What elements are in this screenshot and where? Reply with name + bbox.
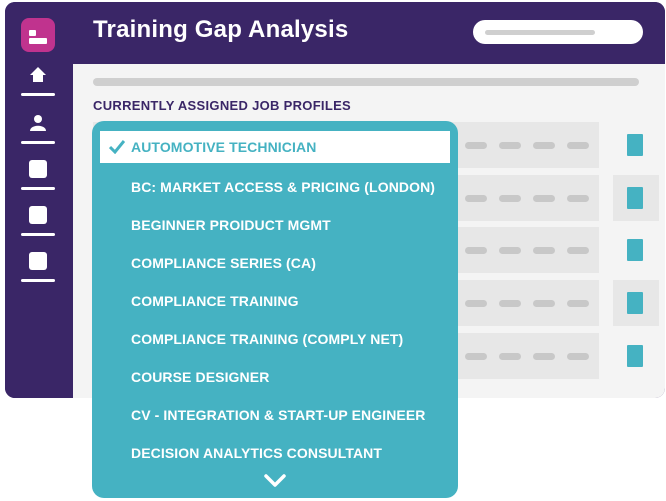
- sidebar-item-profile[interactable]: [19, 112, 57, 146]
- row-status[interactable]: [613, 333, 659, 379]
- sidebar-item-documents-2[interactable]: [19, 204, 57, 238]
- document-icon: [29, 160, 47, 178]
- document-icon: [29, 206, 47, 224]
- status-badge: [627, 292, 643, 314]
- dropdown-option[interactable]: BC: MARKET ACCESS & PRICING (LONDON): [100, 171, 450, 203]
- document-icon: [29, 252, 47, 270]
- dropdown-option-label: COMPLIANCE TRAINING: [131, 293, 299, 309]
- row-status[interactable]: [613, 227, 659, 273]
- chevron-down-icon[interactable]: [264, 474, 286, 488]
- dropdown-option-label: BC: MARKET ACCESS & PRICING (LONDON): [131, 179, 436, 195]
- dropdown-option-label: COMPLIANCE SERIES (CA): [131, 255, 316, 271]
- search-input[interactable]: [473, 20, 643, 44]
- section-label: CURRENTLY ASSIGNED JOB PROFILES: [93, 98, 352, 113]
- header-bar: Training Gap Analysis: [73, 2, 665, 64]
- sidebar: [5, 2, 73, 398]
- home-icon: [30, 67, 46, 82]
- dropdown-option[interactable]: COMPLIANCE TRAINING (COMPLY NET): [100, 323, 450, 355]
- app-logo-icon[interactable]: [21, 18, 55, 52]
- dropdown-option-label: CV - INTEGRATION & START-UP ENGINEER: [131, 407, 426, 423]
- status-badge: [627, 345, 643, 367]
- row-status[interactable]: [613, 280, 659, 326]
- dropdown-option[interactable]: COMPLIANCE SERIES (CA): [100, 247, 450, 279]
- row-status[interactable]: [613, 122, 659, 168]
- dropdown-option-label: COURSE DESIGNER: [131, 369, 270, 385]
- dropdown-option-label: DECISION ANALYTICS CONSULTANT: [131, 445, 383, 461]
- sidebar-item-documents-1[interactable]: [19, 158, 57, 192]
- check-icon: [109, 140, 125, 154]
- sidebar-item-home[interactable]: [19, 64, 57, 98]
- status-badge: [627, 134, 643, 156]
- dropdown-option-selected[interactable]: AUTOMOTIVE TECHNICIAN: [100, 131, 450, 163]
- dropdown-option-label: AUTOMOTIVE TECHNICIAN: [131, 139, 317, 155]
- sidebar-item-documents-3[interactable]: [19, 250, 57, 284]
- dropdown-option[interactable]: CV - INTEGRATION & START-UP ENGINEER: [100, 399, 450, 431]
- dropdown-option[interactable]: COURSE DESIGNER: [100, 361, 450, 393]
- job-profile-dropdown[interactable]: AUTOMOTIVE TECHNICIAN BC: MARKET ACCESS …: [92, 121, 458, 498]
- search-placeholder-bar: [485, 30, 595, 35]
- dropdown-option[interactable]: DECISION ANALYTICS CONSULTANT: [100, 437, 450, 469]
- dropdown-option[interactable]: COMPLIANCE TRAINING: [100, 285, 450, 317]
- dropdown-option-label: COMPLIANCE TRAINING (COMPLY NET): [131, 331, 404, 347]
- row-status[interactable]: [613, 175, 659, 221]
- filter-bar-placeholder: [93, 78, 639, 86]
- page-title: Training Gap Analysis: [93, 16, 349, 43]
- status-badge: [627, 239, 643, 261]
- status-badge: [627, 187, 643, 209]
- dropdown-option-label: BEGINNER PROIDUCT MGMT: [131, 217, 331, 233]
- dropdown-option[interactable]: BEGINNER PROIDUCT MGMT: [100, 209, 450, 241]
- user-icon: [30, 115, 46, 131]
